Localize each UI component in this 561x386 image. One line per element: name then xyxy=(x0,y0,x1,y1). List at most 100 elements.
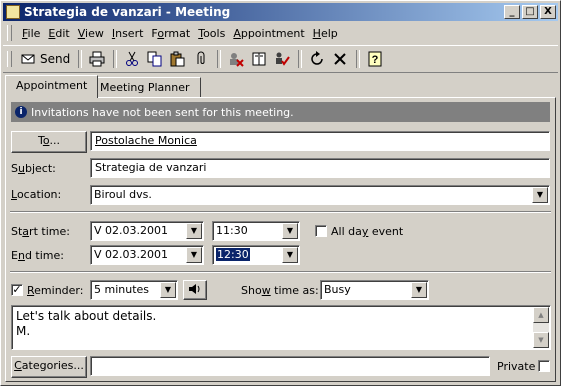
reminder-label: Reminder: xyxy=(27,284,84,297)
info-bar: i Invitations have not been sent for thi… xyxy=(11,102,550,122)
help-icon: ? xyxy=(368,51,382,67)
menu-bar: File Edit View Insert Format Tools Appoi… xyxy=(3,23,558,43)
subject-label: Subject: xyxy=(11,162,56,175)
maximize-button[interactable]: □ xyxy=(522,5,538,19)
menu-help[interactable]: Help xyxy=(309,27,342,40)
private-label: Private xyxy=(497,360,536,373)
chevron-down-icon[interactable]: ▼ xyxy=(532,187,548,203)
end-date-value: V 02.03.2001 xyxy=(94,248,169,261)
categories-button[interactable]: Categories... xyxy=(11,356,87,378)
toolbar-separator xyxy=(356,50,361,68)
menu-grip xyxy=(7,25,12,41)
send-button[interactable]: Send xyxy=(18,48,73,70)
cancel-invitation-button[interactable] xyxy=(225,48,247,70)
minimize-button[interactable]: _ xyxy=(504,5,520,19)
copy-icon xyxy=(147,51,162,67)
paste-icon xyxy=(170,51,185,67)
address-book-button[interactable] xyxy=(248,48,270,70)
start-date-value: V 02.03.2001 xyxy=(94,224,169,237)
all-day-checkbox[interactable] xyxy=(315,225,327,237)
meeting-window: Strategia de vanzari - Meeting _ □ X Fil… xyxy=(0,0,561,386)
menu-edit[interactable]: Edit xyxy=(44,27,73,40)
recurrence-button[interactable] xyxy=(306,48,328,70)
delete-button[interactable] xyxy=(329,48,351,70)
send-label: Send xyxy=(40,52,71,66)
chevron-down-icon[interactable]: ▼ xyxy=(186,223,202,239)
to-button[interactable]: To... xyxy=(11,131,87,153)
menu-insert[interactable]: Insert xyxy=(108,27,148,40)
chevron-down-icon[interactable]: ▼ xyxy=(282,247,298,263)
end-date-combo[interactable]: V 02.03.2001 ▼ xyxy=(90,245,204,265)
show-time-as-combo[interactable]: Busy ▼ xyxy=(320,280,429,300)
menu-tools[interactable]: Tools xyxy=(194,27,229,40)
location-label: Location: xyxy=(11,188,62,201)
notes-scrollbar[interactable]: ▲ ▼ xyxy=(533,307,549,348)
paste-button[interactable] xyxy=(167,48,189,70)
start-time-label: Start time: xyxy=(11,225,70,238)
copy-button[interactable] xyxy=(144,48,166,70)
reminder-combo[interactable]: 5 minutes ▼ xyxy=(90,280,178,300)
tab-appointment[interactable]: Appointment xyxy=(5,75,99,98)
cancel-invitation-icon xyxy=(230,53,244,67)
reminder-checkbox[interactable]: ✓ xyxy=(11,284,23,296)
close-button[interactable]: X xyxy=(540,5,556,19)
start-time-combo[interactable]: 11:30 ▼ xyxy=(212,221,300,241)
start-time-value: 11:30 xyxy=(216,224,248,237)
attach-button[interactable] xyxy=(190,48,212,70)
tab-meeting-planner[interactable]: Meeting Planner xyxy=(89,77,201,98)
menu-file[interactable]: File xyxy=(18,27,44,40)
chevron-down-icon[interactable]: ▼ xyxy=(411,282,427,298)
notes-body[interactable]: Let's talk about details. M. ▲ ▼ xyxy=(11,305,551,350)
print-button[interactable] xyxy=(86,48,108,70)
reminder-sound-button[interactable] xyxy=(183,280,207,300)
menu-format[interactable]: Format xyxy=(147,27,194,40)
subject-field[interactable]: Strategia de vanzari xyxy=(90,158,550,178)
reminder-value: 5 minutes xyxy=(94,283,150,296)
toolbar-separator xyxy=(78,50,83,68)
check-names-button[interactable] xyxy=(271,48,293,70)
show-time-as-value: Busy xyxy=(324,283,351,296)
location-value: Biroul dvs. xyxy=(94,188,152,201)
menu-appointment[interactable]: Appointment xyxy=(229,27,308,40)
appointment-panel: i Invitations have not been sent for thi… xyxy=(5,97,556,382)
all-day-label: All day event xyxy=(331,225,404,238)
toolbar-separator xyxy=(113,50,118,68)
recurrence-icon xyxy=(311,51,323,65)
speaker-icon xyxy=(189,284,200,294)
divider xyxy=(10,271,551,273)
cut-button[interactable] xyxy=(121,48,143,70)
categories-field[interactable] xyxy=(90,356,490,376)
to-recipient: Postolache Monica xyxy=(95,134,197,147)
end-time-label: End time: xyxy=(11,249,64,262)
attach-icon xyxy=(197,51,205,64)
to-field[interactable]: Postolache Monica xyxy=(90,131,550,151)
toolbar-grip xyxy=(7,51,12,67)
delete-icon xyxy=(334,53,346,65)
show-time-as-label: Show time as: xyxy=(241,284,319,297)
window-title: Strategia de vanzari - Meeting xyxy=(24,5,231,19)
help-button[interactable]: ? xyxy=(364,48,386,70)
standard-toolbar: Send ? xyxy=(3,45,558,73)
check-names-icon xyxy=(276,52,291,66)
divider xyxy=(10,211,551,213)
toolbar-separator xyxy=(298,50,303,68)
address-book-icon xyxy=(252,52,266,66)
title-bar: Strategia de vanzari - Meeting _ □ X xyxy=(3,3,558,21)
menu-view[interactable]: View xyxy=(74,27,108,40)
chevron-down-icon[interactable]: ▼ xyxy=(186,247,202,263)
meeting-app-icon xyxy=(6,5,20,19)
notes-line: M. xyxy=(16,324,31,338)
scroll-up-icon[interactable]: ▲ xyxy=(533,307,549,323)
location-combo[interactable]: Biroul dvs. ▼ xyxy=(90,185,550,205)
info-text: Invitations have not been sent for this … xyxy=(31,105,294,119)
info-icon: i xyxy=(15,106,27,118)
chevron-down-icon[interactable]: ▼ xyxy=(282,223,298,239)
private-checkbox[interactable] xyxy=(538,360,550,372)
notes-line: Let's talk about details. xyxy=(16,309,157,323)
scroll-down-icon[interactable]: ▼ xyxy=(533,332,549,348)
svg-text:?: ? xyxy=(372,54,379,66)
print-icon xyxy=(89,51,105,67)
chevron-down-icon[interactable]: ▼ xyxy=(160,282,176,298)
start-date-combo[interactable]: V 02.03.2001 ▼ xyxy=(90,221,204,241)
end-time-combo[interactable]: 12:30 ▼ xyxy=(212,245,300,265)
